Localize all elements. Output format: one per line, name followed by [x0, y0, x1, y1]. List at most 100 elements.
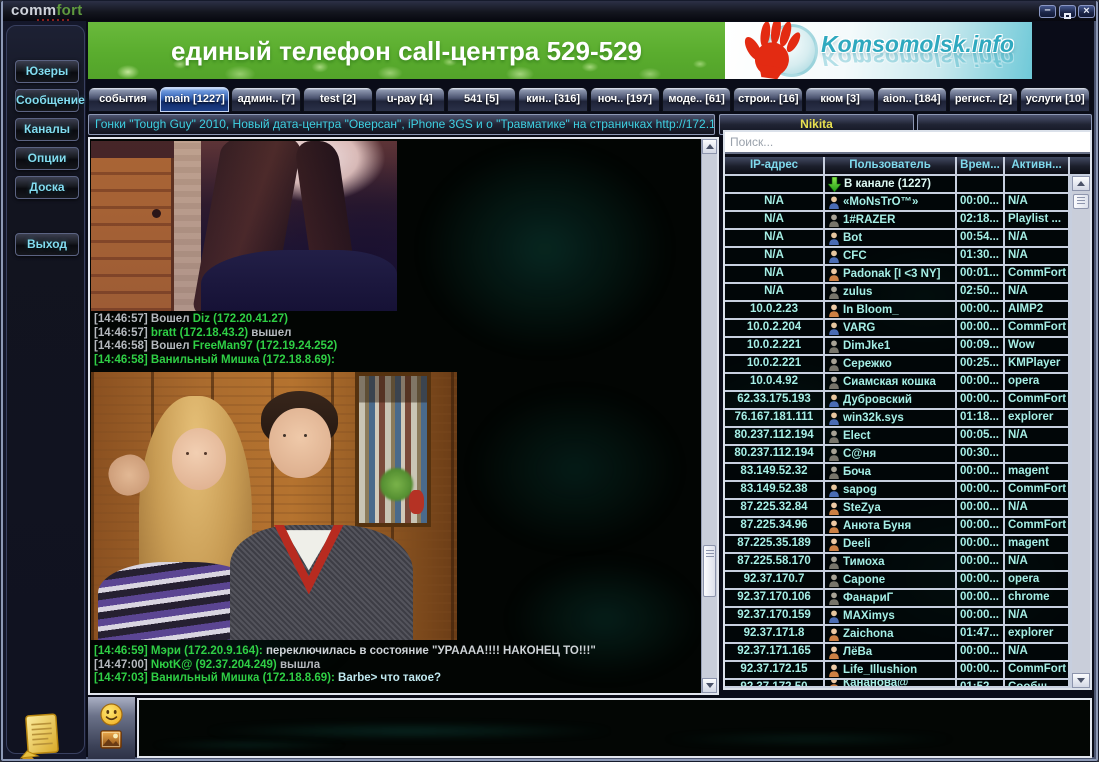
- user-time: 00:00...: [957, 302, 1005, 320]
- channel-tab[interactable]: u-pay [4]: [375, 87, 445, 112]
- chat-area[interactable]: [14:46:57] Вошел Diz (172.20.41.27)[14:4…: [88, 137, 719, 695]
- sidebar-button[interactable]: Юзеры: [15, 60, 79, 83]
- user-active-app: CommFort: [1005, 266, 1070, 284]
- smiley-button[interactable]: [100, 703, 123, 726]
- ad-banner[interactable]: единый телефон call-центра 529-529: [88, 22, 725, 79]
- user-row[interactable]: 10.0.2.23 In Bloom_ 00:00... AIMP2: [725, 302, 1090, 320]
- user-row[interactable]: 92.37.170.159 MAXimys 00:00... N/A: [725, 608, 1090, 626]
- user-row[interactable]: N/A CFC 01:30... N/A: [725, 248, 1090, 266]
- channel-tab[interactable]: ноч.. [197]: [590, 87, 660, 112]
- insert-image-button[interactable]: [100, 730, 122, 749]
- channel-tab[interactable]: 541 [5]: [447, 87, 517, 112]
- channel-tab[interactable]: aion.. [184]: [877, 87, 947, 112]
- channel-tab[interactable]: main [1227]: [160, 87, 230, 112]
- user-row[interactable]: 80.237.112.194 Elect 00:05... N/A: [725, 428, 1090, 446]
- channel-tab[interactable]: админ.. [7]: [231, 87, 301, 112]
- user-ip: N/A: [725, 230, 825, 248]
- user-ip: N/A: [725, 212, 825, 230]
- chat-message: [14:46:57] bratt (172.18.43.2) вышел: [94, 327, 337, 341]
- user-row[interactable]: 10.0.2.221 DimJke1 00:09... Wow: [725, 338, 1090, 356]
- user-row[interactable]: 62.33.175.193 Дубровский 00:00... CommFo…: [725, 392, 1090, 410]
- user-name-cell: DimJke1: [825, 338, 957, 356]
- search-input[interactable]: [725, 132, 1090, 154]
- user-row[interactable]: 10.0.4.92 Сиамская кошка 00:00... opera: [725, 374, 1090, 392]
- user-time: 00:09...: [957, 338, 1005, 356]
- user-row[interactable]: 83.149.52.38 sapog 00:00... CommFort: [725, 482, 1090, 500]
- user-avatar-icon: [828, 304, 840, 317]
- channel-tab[interactable]: моде.. [61]: [662, 87, 732, 112]
- channel-tab[interactable]: регист.. [2]: [949, 87, 1019, 112]
- maximize-button[interactable]: [1059, 5, 1076, 18]
- user-name: 1#RAZER: [843, 213, 895, 228]
- user-row[interactable]: 92.37.171.8 Zaichona 01:47... explorer: [725, 626, 1090, 644]
- chat-text-segment: Barbe> что такое?: [335, 672, 441, 684]
- user-row[interactable]: 87.225.58.170 Тимоха 00:00... N/A: [725, 554, 1090, 572]
- user-row[interactable]: 92.37.170.106 ФанариГ 00:00... chrome: [725, 590, 1090, 608]
- notepad-icon[interactable]: [18, 709, 66, 761]
- user-row[interactable]: 87.225.34.96 Анюта Буня 00:00... CommFor…: [725, 518, 1090, 536]
- user-row[interactable]: N/A Padonak [I <3 NY] 00:01... CommFort: [725, 266, 1090, 284]
- user-row[interactable]: 92.37.170.7 Capone 00:00... opera: [725, 572, 1090, 590]
- user-row[interactable]: N/A 1#RAZER 02:18... Playlist ...: [725, 212, 1090, 230]
- users-table-column-header[interactable]: Пользователь: [825, 157, 957, 176]
- sidebar-button[interactable]: Каналы: [15, 118, 79, 141]
- user-avatar-icon: [828, 448, 840, 461]
- user-row[interactable]: 92.37.172.15 Life_Illushion 00:00... Com…: [725, 662, 1090, 680]
- sidebar-button[interactable]: Сообщение: [15, 89, 79, 112]
- title-bar[interactable]: commfort – ×: [3, 1, 1096, 21]
- channel-row-time-cell: [957, 176, 1005, 194]
- channel-tab[interactable]: test [2]: [303, 87, 373, 112]
- input-bg-noise: [149, 740, 349, 750]
- message-input-area[interactable]: [137, 698, 1092, 758]
- users-table-column-header[interactable]: Активн...: [1005, 157, 1070, 176]
- scroll-thumb[interactable]: [1073, 194, 1089, 209]
- user-row[interactable]: 87.225.35.189 Deeli 00:00... magent: [725, 536, 1090, 554]
- user-row[interactable]: 92.37.171.165 ЛёВа 00:00... N/A: [725, 644, 1090, 662]
- channel-tab[interactable]: строи.. [16]: [733, 87, 803, 112]
- user-row[interactable]: 87.225.32.84 SteZya 00:00... N/A: [725, 500, 1090, 518]
- news-ticker[interactable]: Гонки "Tough Guy" 2010, Новый дата-центр…: [88, 114, 715, 135]
- scroll-up-button[interactable]: [702, 139, 717, 154]
- user-name-cell: Life_Illushion: [825, 662, 957, 680]
- user-time: 01:30...: [957, 248, 1005, 266]
- users-scrollbar[interactable]: [1070, 176, 1090, 688]
- user-time: 02:18...: [957, 212, 1005, 230]
- users-table-column-header[interactable]: Врем...: [957, 157, 1005, 176]
- user-row[interactable]: 80.237.112.194 С@ня 00:30...: [725, 446, 1090, 464]
- scroll-thumb[interactable]: [703, 545, 716, 597]
- chat-photo-couple[interactable]: [91, 372, 457, 640]
- minimize-button[interactable]: –: [1039, 5, 1056, 18]
- scroll-up-button[interactable]: [1072, 176, 1090, 191]
- scroll-down-button[interactable]: [702, 678, 717, 693]
- user-time: 00:00...: [957, 320, 1005, 338]
- close-button[interactable]: ×: [1078, 5, 1095, 18]
- channel-tab[interactable]: события: [88, 87, 158, 112]
- channel-tab[interactable]: кюм [3]: [805, 87, 875, 112]
- chat-message: [14:46:58] Ванильный Мишка (172.18.8.69)…: [94, 354, 337, 368]
- user-ip: 87.225.32.84: [725, 500, 825, 518]
- sidebar-button-exit[interactable]: Выход: [15, 233, 79, 256]
- channel-tabs: событияmain [1227]админ.. [7]test [2]u-p…: [88, 87, 1092, 112]
- user-row[interactable]: 92.37.172.50 Кананова@ 01:52... Сообщ...: [725, 680, 1090, 688]
- sidebar-button[interactable]: Опции: [15, 147, 79, 170]
- channel-summary-row[interactable]: В канале (1227): [725, 176, 1090, 194]
- chat-scrollbar[interactable]: [701, 139, 717, 693]
- users-table-column-header[interactable]: IP-адрес: [725, 157, 825, 176]
- sidebar-button[interactable]: Доска: [15, 176, 79, 199]
- channel-tab[interactable]: кин.. [316]: [518, 87, 588, 112]
- user-row[interactable]: N/A Bot 00:54... N/A: [725, 230, 1090, 248]
- user-row[interactable]: 76.167.181.111 win32k.sys 01:18... explo…: [725, 410, 1090, 428]
- channel-tab[interactable]: услуги [10]: [1020, 87, 1090, 112]
- user-row[interactable]: N/A zulus 02:50... N/A: [725, 284, 1090, 302]
- scroll-down-button[interactable]: [1072, 673, 1090, 688]
- ad-banner-logo[interactable]: Komsomolsk.info Komsomolsk.info: [725, 22, 1032, 79]
- user-active-app: magent: [1005, 536, 1070, 554]
- user-row[interactable]: N/A «MoNsTrO™» 00:00... N/A: [725, 194, 1090, 212]
- user-row[interactable]: 10.0.2.204 VARG 00:00... CommFort: [725, 320, 1090, 338]
- user-row[interactable]: 83.149.52.32 Боча 00:00... magent: [725, 464, 1090, 482]
- user-row[interactable]: 10.0.2.221 Сережко 00:25... KMPlayer: [725, 356, 1090, 374]
- user-avatar-icon: [828, 556, 840, 569]
- user-name: Capone: [843, 573, 885, 588]
- chat-photo-webcam-girl[interactable]: [91, 141, 397, 311]
- chat-message: [14:47:00] NюtK@ (92.37.204.249) вышла: [94, 659, 596, 673]
